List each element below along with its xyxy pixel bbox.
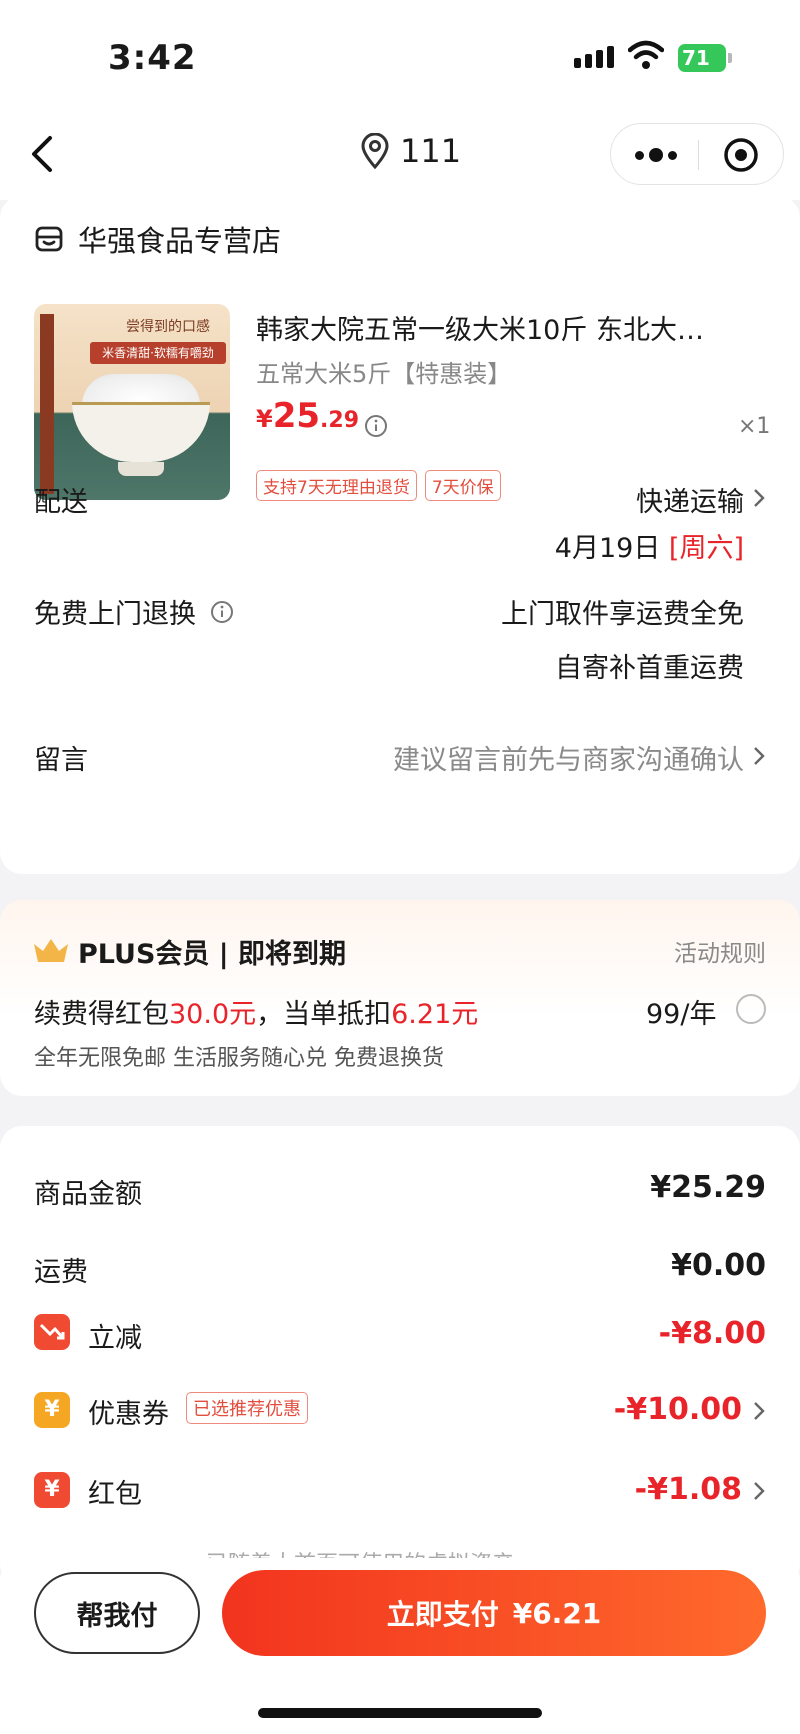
delivery-date: 4月19日 xyxy=(554,533,661,564)
plus-amount-b: 6.21元 xyxy=(391,999,479,1030)
goods-amount-value: ¥25.29 xyxy=(650,1170,766,1205)
status-bar: 3:42 71 xyxy=(0,0,800,110)
image-caption-1: 尝得到的口感 xyxy=(126,319,210,335)
freight-label: 运费 xyxy=(34,1257,88,1288)
mini-program-capsule xyxy=(610,123,784,185)
return-label-row: 免费上门退换 xyxy=(34,592,234,631)
plus-title: PLUS会员 | 即将到期 xyxy=(78,939,347,970)
shop-header[interactable]: 华强食品专营店 xyxy=(34,218,281,260)
pay-now-amount: ¥6.21 xyxy=(512,1596,602,1630)
return-info-icon[interactable] xyxy=(210,600,234,624)
return-line-1: 上门取件享运费全免 xyxy=(501,599,744,630)
pay-now-button[interactable]: 立即支付 ¥6.21 xyxy=(222,1570,766,1656)
discount-label: 立减 xyxy=(88,1323,142,1354)
product-image[interactable]: 尝得到的口感 米香清甜·软糯有嚼劲 xyxy=(34,304,230,500)
battery-cap xyxy=(728,53,732,63)
red-packet-icon: ¥ xyxy=(34,1472,70,1508)
price-integer: 25 xyxy=(272,396,321,436)
home-indicator xyxy=(258,1708,542,1718)
price-info-icon[interactable] xyxy=(364,414,388,438)
red-packet-label[interactable]: 红包 xyxy=(88,1472,142,1511)
delivery-weekday: [周六] xyxy=(668,533,744,564)
chevron-right-icon[interactable] xyxy=(752,487,766,509)
return-line-2: 自寄补首重运费 xyxy=(555,653,744,684)
close-mini-program-icon[interactable] xyxy=(723,137,759,173)
product-price: ¥ 25 .29 xyxy=(256,396,359,436)
help-me-pay-button[interactable]: 帮我付 xyxy=(34,1572,200,1654)
price-decimal: .29 xyxy=(320,408,360,433)
tag-price-protect: 7天价保 xyxy=(424,470,501,501)
bowl-shape xyxy=(72,402,210,462)
more-icon[interactable] xyxy=(635,144,679,166)
delivery-method[interactable]: 快递运输 xyxy=(636,480,744,519)
location-selector[interactable]: 111 xyxy=(360,132,461,170)
wifi-icon xyxy=(628,40,664,69)
back-icon[interactable] xyxy=(22,132,66,176)
coupon-value[interactable]: -¥10.00 xyxy=(614,1392,742,1427)
coupon-recommended-tag: 已选推荐优惠 xyxy=(186,1392,308,1424)
discount-value: -¥8.00 xyxy=(658,1316,766,1351)
nav-bar: 111 xyxy=(0,110,800,200)
tag-7day-return: 支持7天无理由退货 xyxy=(256,470,417,501)
plus-text-b: ，当单抵扣 xyxy=(256,999,392,1030)
crown-icon xyxy=(34,939,68,962)
bottom-action-bar: 帮我付 立即支付 ¥6.21 xyxy=(0,1558,800,1734)
image-caption-2: 米香清甜·软糯有嚼劲 xyxy=(90,342,226,364)
service-tags: 支持7天无理由退货 7天价保 xyxy=(256,470,501,501)
coupon-icon: ¥ xyxy=(34,1392,70,1428)
goods-amount-label: 商品金额 xyxy=(34,1179,142,1210)
capsule-divider xyxy=(698,140,699,170)
plus-text-a: 续费得红包 xyxy=(34,999,169,1030)
chevron-right-icon[interactable] xyxy=(752,1400,766,1422)
price-summary-card: 商品金额 ¥25.29 运费 ¥0.00 立减 -¥8.00 ¥ 优惠券 已选推… xyxy=(0,1126,800,1586)
product-quantity: ×1 xyxy=(738,414,771,439)
message-input[interactable]: 建议留言前先与商家沟通确认 xyxy=(393,738,744,777)
product-title[interactable]: 韩家大院五常一级大米10斤 东北大… xyxy=(256,308,756,347)
location-pin-icon xyxy=(361,133,389,169)
plus-membership-card: PLUS会员 | 即将到期 活动规则 续费得红包30.0元，当单抵扣6.21元 … xyxy=(0,900,800,1096)
image-frame xyxy=(40,314,54,494)
price-currency: ¥ xyxy=(256,405,273,433)
discount-icon xyxy=(34,1314,70,1350)
chevron-right-icon[interactable] xyxy=(752,745,766,767)
signal-icon xyxy=(574,46,614,68)
shop-icon xyxy=(35,226,63,252)
plus-price: 99/年 xyxy=(646,999,717,1030)
plus-select-radio[interactable] xyxy=(736,994,766,1024)
order-card: 华强食品专营店 尝得到的口感 米香清甜·软糯有嚼劲 韩家大院五常一级大米10斤 … xyxy=(0,196,800,874)
plus-renew-text: 续费得红包30.0元，当单抵扣6.21元 xyxy=(34,992,478,1031)
plus-rules-link[interactable]: 活动规则 xyxy=(674,934,766,968)
pay-now-label: 立即支付 xyxy=(386,1598,499,1631)
shop-name: 华强食品专营店 xyxy=(78,224,282,258)
coupon-label[interactable]: 优惠券 xyxy=(88,1392,169,1431)
return-label: 免费上门退换 xyxy=(34,599,196,630)
plus-benefits: 全年无限免邮 生活服务随心兑 免费退换货 xyxy=(34,1046,444,1071)
message-label: 留言 xyxy=(34,745,88,776)
product-spec[interactable]: 五常大米5斤【特惠装】 xyxy=(256,354,511,389)
battery-icon: 71 xyxy=(678,44,726,72)
delivery-date-row[interactable]: 4月19日 [周六] xyxy=(555,526,744,565)
delivery-label: 配送 xyxy=(34,487,88,518)
bowl-base xyxy=(118,462,164,476)
red-packet-value[interactable]: -¥1.08 xyxy=(635,1472,742,1507)
plus-amount-a: 30.0元 xyxy=(169,999,257,1030)
freight-value: ¥0.00 xyxy=(671,1248,766,1283)
chevron-right-icon[interactable] xyxy=(752,1480,766,1502)
status-time: 3:42 xyxy=(108,38,197,78)
location-text: 111 xyxy=(400,132,462,170)
battery-level: 71 xyxy=(682,46,710,70)
